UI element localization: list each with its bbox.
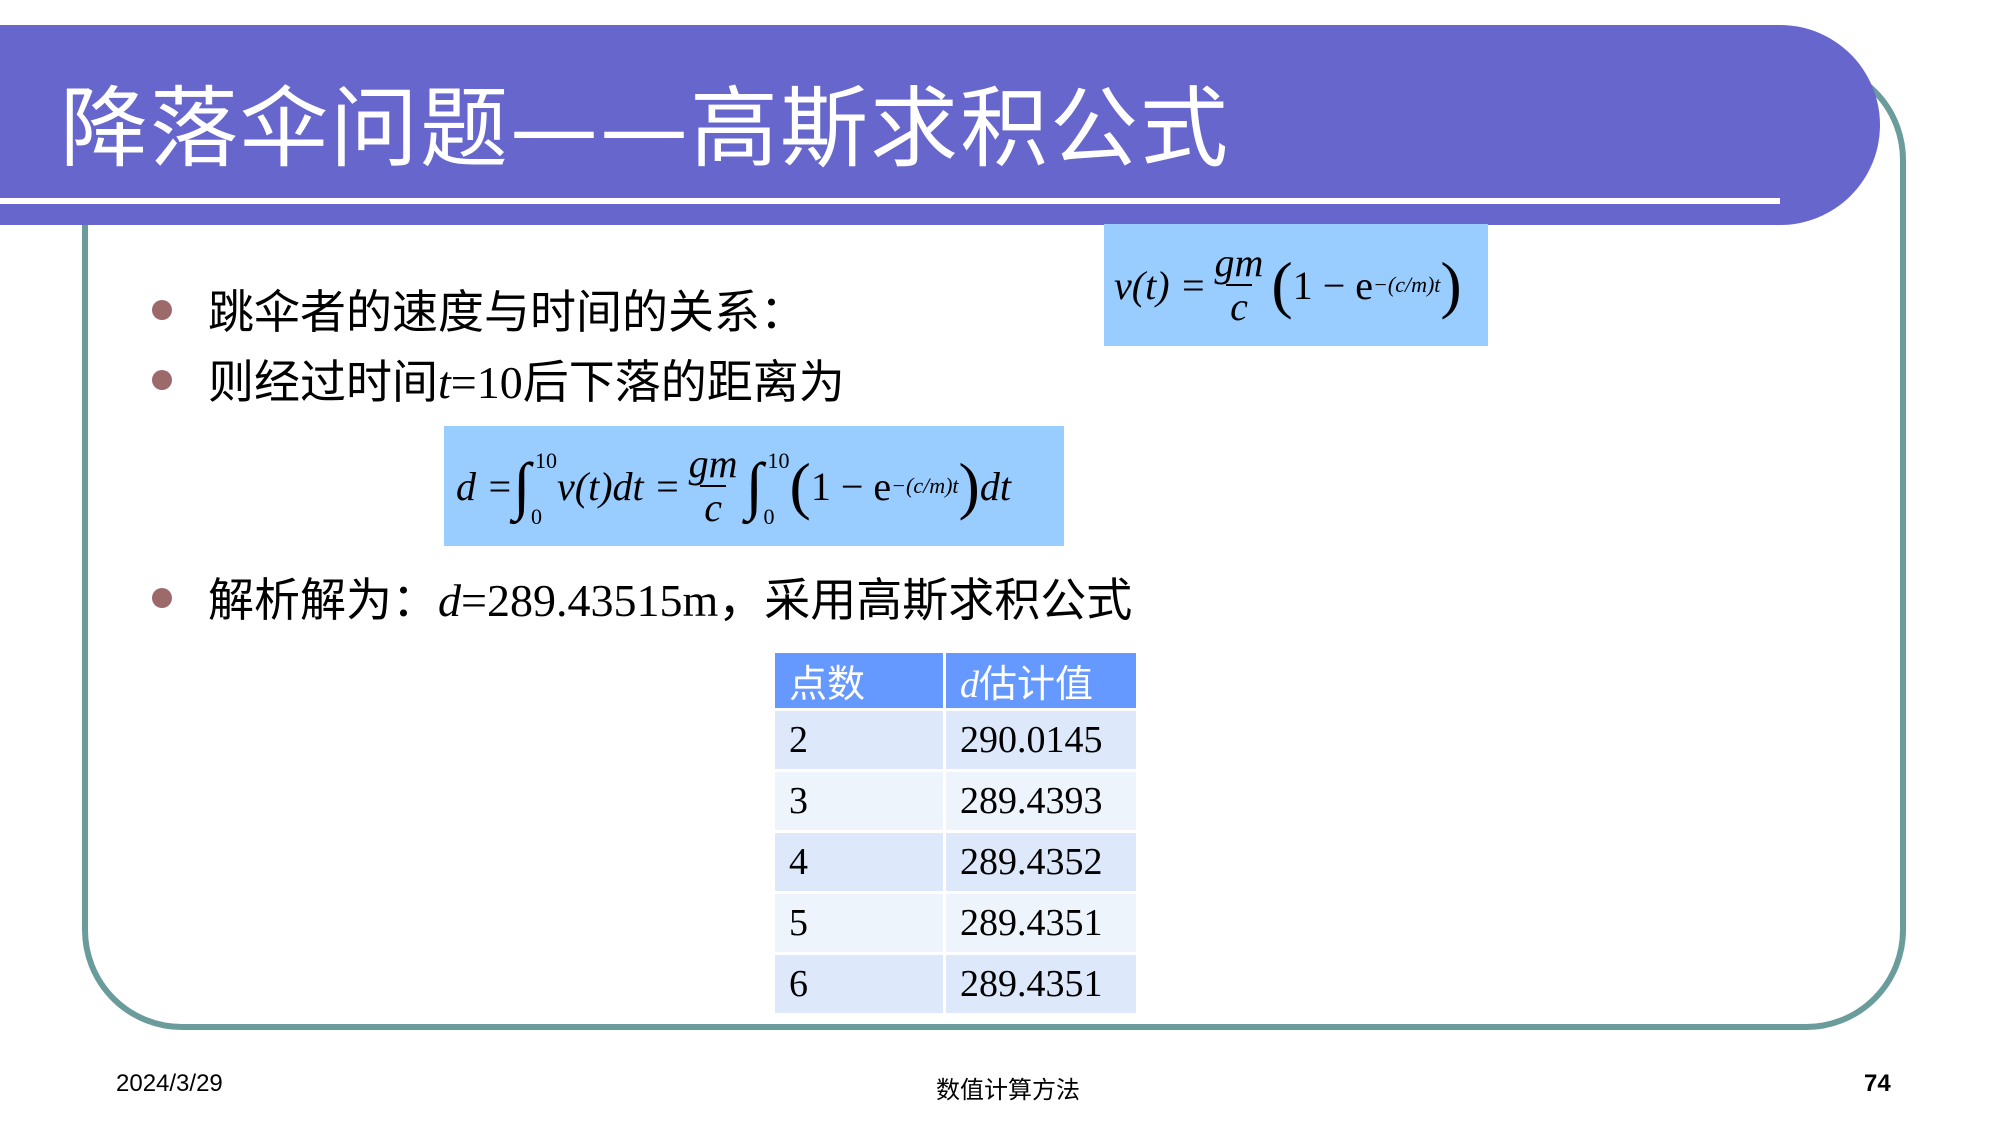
bullet-dot xyxy=(152,588,172,608)
eq2-integrand: v(t)dt = xyxy=(557,463,681,509)
bullet-dot xyxy=(152,300,172,320)
cell-points: 6 xyxy=(775,955,943,1013)
slide-title: 降落伞问题——高斯求积公式 xyxy=(60,77,1231,180)
cell-points: 4 xyxy=(775,833,943,891)
eq2-one-minus: 1 − e xyxy=(810,463,892,509)
integral-lower-2: 0 xyxy=(763,504,775,529)
bullet-text-post: =10后下落的距离为 xyxy=(450,357,845,408)
bullet-text-pre: 则经过时间 xyxy=(208,355,438,409)
cell-points: 5 xyxy=(775,894,943,952)
header-points: 点数 xyxy=(775,653,943,708)
cell-value: 289.4393 xyxy=(946,772,1136,830)
eq1-exponent: −(c/m)t xyxy=(1373,272,1441,297)
bullet-text: 跳伞者的速度与时间的关系： xyxy=(208,285,806,339)
eq2-fraction: gm c xyxy=(685,443,742,529)
distance-equation: d = ∫ 10 0 v(t)dt = gm c ∫ 10 0 (1 − e −(c/m)… xyxy=(444,426,1064,546)
eq2-dt: dt xyxy=(979,463,1011,509)
cell-value: 289.4351 xyxy=(946,894,1136,952)
table-row: 4 289.4352 xyxy=(775,833,1136,891)
header-estimate: d估计值 xyxy=(946,653,1136,708)
cell-points: 3 xyxy=(775,772,943,830)
page-number: 74 xyxy=(1864,1070,1891,1097)
cell-value: 290.0145 xyxy=(946,711,1136,769)
eq2-exponent: −(c/m)t xyxy=(891,473,959,498)
table-row: 3 289.4393 xyxy=(775,772,1136,830)
bullet-text-pre: 解析解为： xyxy=(208,573,438,627)
gauss-results-table: 点数 d估计值 2 290.0145 3 289.4393 4 289.4352… xyxy=(772,650,1139,1016)
table-row: 6 289.4351 xyxy=(775,955,1136,1013)
bullet-analytic: 解析解为：d=289.43515m，采用高斯求积公式 xyxy=(152,564,1133,630)
bullet-var: t xyxy=(438,357,451,408)
eq1-one-minus: 1 − e xyxy=(1292,262,1374,308)
bullet-velocity: 跳伞者的速度与时间的关系： xyxy=(152,276,806,342)
bullet-text-post: =289.43515m，采用高斯求积公式 xyxy=(461,575,1133,626)
integral-upper-2: 10 xyxy=(767,448,790,473)
velocity-equation: v(t) = gm c (1 − e −(c/m)t) xyxy=(1104,224,1488,346)
header-estimate-label: 估计值 xyxy=(979,664,1094,706)
cell-value: 289.4351 xyxy=(946,955,1136,1013)
title-underline xyxy=(0,198,1780,204)
bullet-distance: 则经过时间t=10后下落的距离为 xyxy=(152,346,845,412)
footer-date: 2024/3/29 xyxy=(116,1070,223,1097)
eq2-lhs: d = xyxy=(456,463,513,509)
eq2-numerator: gm xyxy=(688,441,738,486)
cell-value: 289.4352 xyxy=(946,833,1136,891)
table-row: 5 289.4351 xyxy=(775,894,1136,952)
eq2-denominator: c xyxy=(700,485,726,529)
footer-course: 数值计算方法 xyxy=(936,1076,1080,1104)
integral-sign-2: ∫ 10 0 xyxy=(745,448,790,529)
eq1-denominator: c xyxy=(1226,284,1252,328)
eq1-numerator: gm xyxy=(1214,240,1264,285)
integral-lower: 0 xyxy=(531,504,542,529)
table-header-row: 点数 d估计值 xyxy=(775,653,1136,708)
integral-sign: ∫ 10 0 xyxy=(513,448,557,529)
eq1-lhs: v(t) = xyxy=(1114,262,1207,308)
eq1-fraction: gm c xyxy=(1211,242,1268,328)
bullet-dot xyxy=(152,370,172,390)
integral-upper: 10 xyxy=(535,448,557,473)
header-var: d xyxy=(960,664,979,706)
bullet-var: d xyxy=(438,575,461,626)
cell-points: 2 xyxy=(775,711,943,769)
table-row: 2 290.0145 xyxy=(775,711,1136,769)
